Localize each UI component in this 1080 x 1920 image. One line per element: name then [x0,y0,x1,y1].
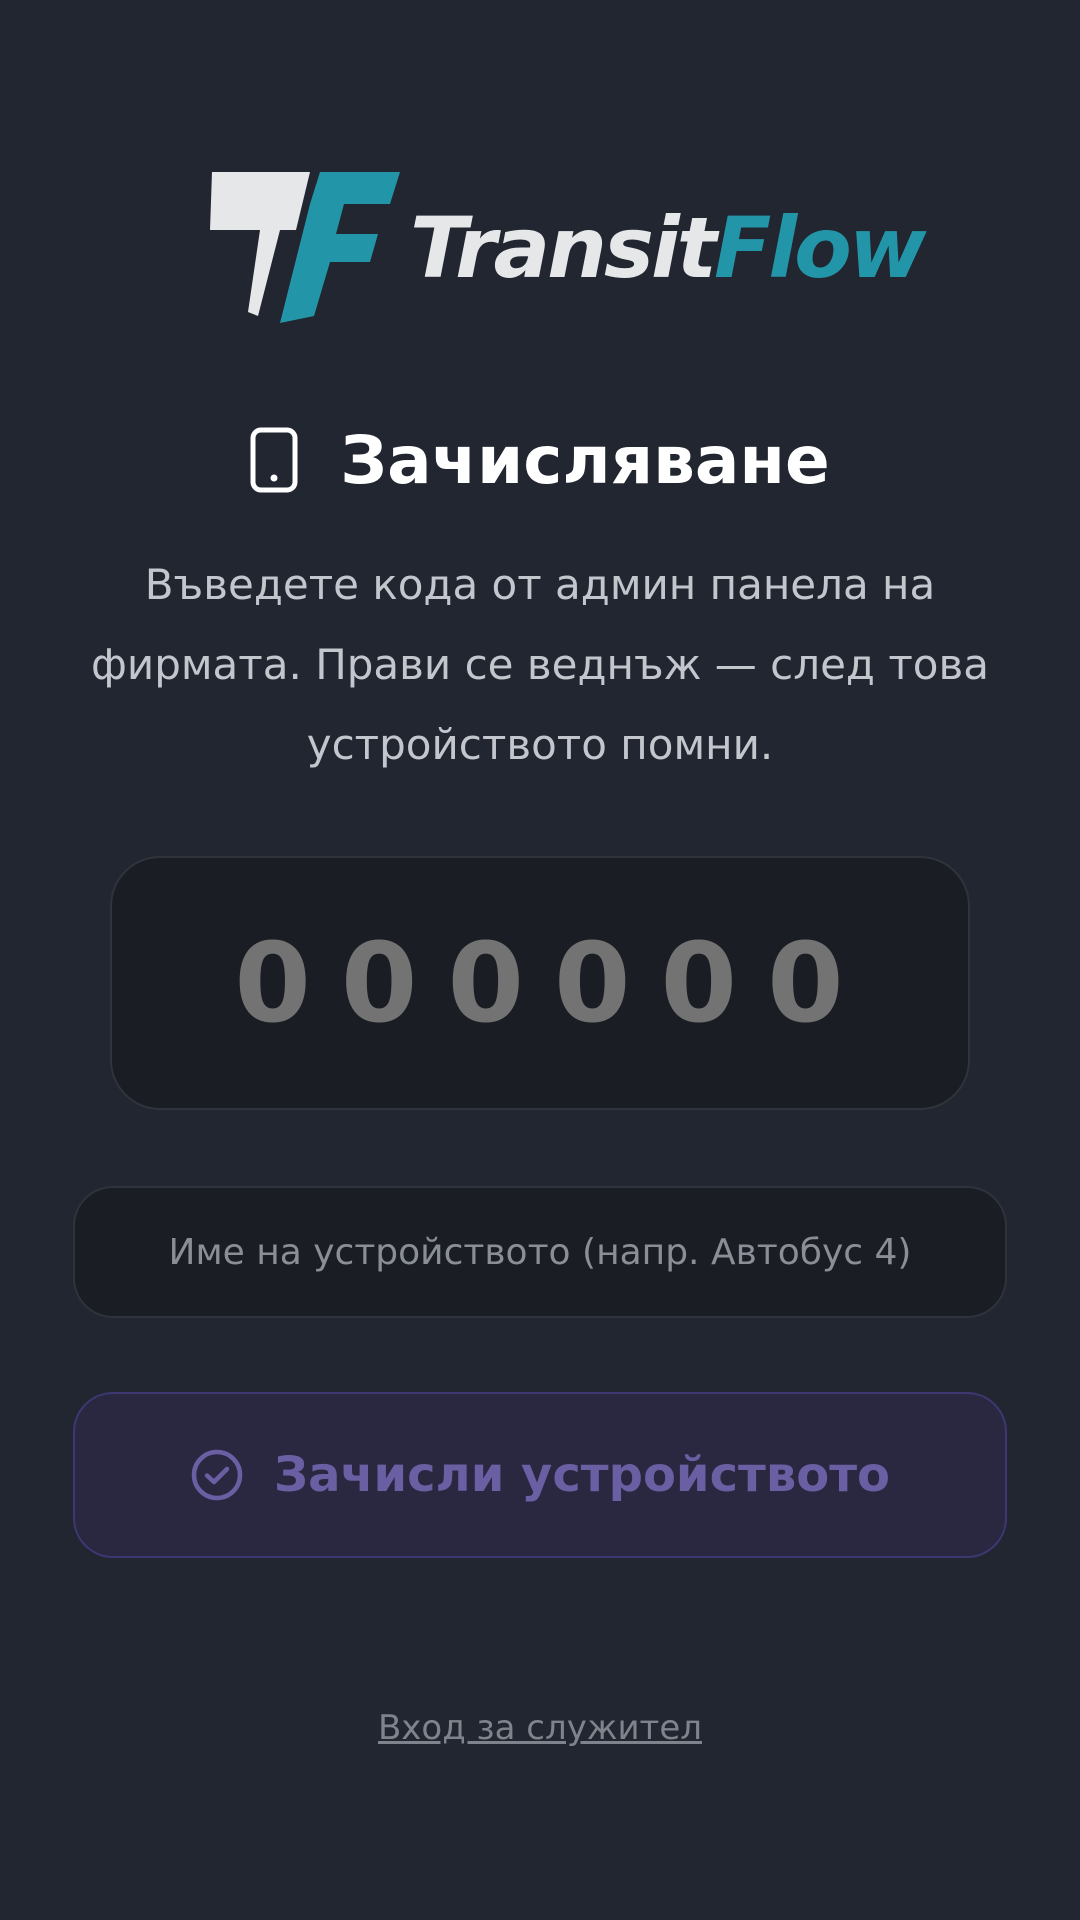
enroll-description: Въведете кода от админ панела на фирмата… [91,560,989,769]
check-circle-icon [191,1449,243,1501]
staff-login-link[interactable]: Вход за служител [0,1708,1080,1748]
page-title: Зачисляване [340,421,830,499]
device-name-field[interactable] [73,1186,1007,1318]
phone-icon [250,427,298,493]
device-name-input[interactable] [108,1230,972,1274]
enroll-device-button[interactable]: Зачисли устройството [73,1392,1007,1558]
brand-name-part2: Flow [713,199,926,297]
enroll-button-label: Зачисли устройството [274,1447,890,1503]
brand-name: TransitFlow [410,198,926,298]
enrollment-code-field[interactable] [110,856,970,1110]
enroll-heading: Зачисляване [0,410,1080,510]
brand-name-part1: Transit [410,199,717,297]
brand-logo: TransitFlow [210,168,926,323]
enrollment-code-input[interactable] [164,918,916,1048]
tf-logo-icon [210,172,400,323]
